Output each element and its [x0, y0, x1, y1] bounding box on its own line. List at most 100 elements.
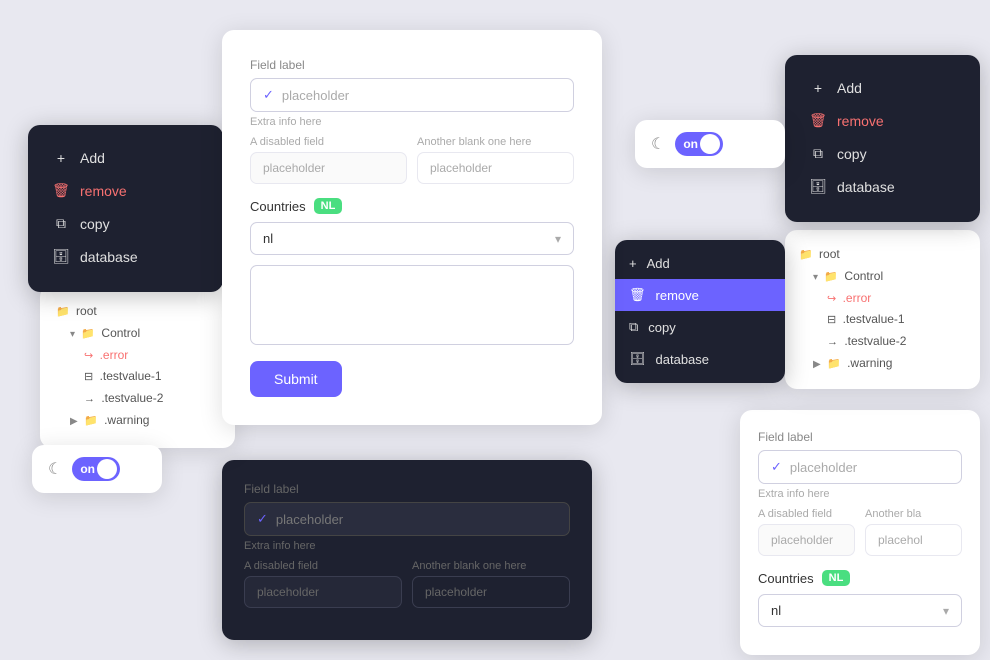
- folder-icon: 📁: [56, 306, 70, 318]
- bottom-dark-disabled-input[interactable]: placeholder: [244, 576, 402, 608]
- bottom-dark-two-col: A disabled field placeholder Another bla…: [244, 560, 570, 608]
- add-label-right: Add: [837, 80, 862, 96]
- bottom-right-blank-label: Another bla: [865, 508, 962, 520]
- select-field[interactable]: nl ▾: [250, 222, 574, 255]
- bottom-dark-field-label: Field label: [244, 482, 570, 496]
- bottom-right-countries-row: Countries NL: [758, 570, 962, 586]
- tree-card-right: 📁 root ▾ 📁 Control ↪ .error ⊟ .testvalue…: [785, 230, 980, 389]
- remove-label-right: remove: [837, 113, 884, 129]
- remove-menu-item[interactable]: 🗑 remove: [44, 175, 207, 206]
- expand-icon: ▾: [70, 329, 75, 340]
- testvalue1-item[interactable]: ⊟ .testvalue-1: [56, 366, 219, 388]
- bottom-right-input-placeholder: placeholder: [790, 460, 857, 475]
- trash-icon: 🗑: [629, 287, 646, 303]
- warning-item-right[interactable]: ▶ 📁 .warning: [799, 353, 966, 375]
- toggle-knob-right: [700, 134, 720, 154]
- copy-menu-item-right[interactable]: ⧉ copy: [801, 138, 964, 169]
- toggle-knob: [97, 459, 117, 479]
- dropdown-add-item[interactable]: + Add: [615, 248, 785, 279]
- root-item-right: 📁 root: [799, 244, 966, 266]
- dropdown-copy-item[interactable]: ⧉ copy: [615, 311, 785, 343]
- bottom-dark-blank-label: Another blank one here: [412, 560, 570, 572]
- add-menu-item-right[interactable]: + Add: [801, 73, 964, 103]
- blank-field-label: Another blank one here: [417, 136, 574, 148]
- slider-icon: ⊟: [827, 314, 836, 326]
- testvalue1-item-right[interactable]: ⊟ .testvalue-1: [799, 309, 966, 331]
- dark-menu-left: + Add 🗑 remove ⧉ copy 🗄 database: [28, 125, 223, 292]
- remove-label: remove: [80, 183, 127, 199]
- main-two-col: A disabled field placeholder Another bla…: [250, 136, 574, 184]
- control-label-right: Control: [844, 269, 883, 283]
- tree-root: 📁 root ▾ 📁 Control ↪ .error ⊟ .testvalue…: [56, 301, 219, 432]
- database-icon: 🗄: [52, 248, 70, 265]
- select-value: nl: [263, 231, 273, 246]
- toggle-switch-left[interactable]: on: [72, 457, 120, 481]
- textarea-field[interactable]: [250, 265, 574, 345]
- folder-icon: 📁: [799, 249, 813, 261]
- control-item-right[interactable]: ▾ 📁 Control: [799, 266, 966, 288]
- dropdown-database-item[interactable]: 🗄 database: [615, 343, 785, 375]
- bottom-dark-text-input[interactable]: ✓ placeholder: [244, 502, 570, 536]
- bottom-right-select-value: nl: [771, 603, 781, 618]
- error-item-right[interactable]: ↪ .error: [799, 288, 966, 310]
- remove-menu-item-right[interactable]: 🗑 remove: [801, 105, 964, 136]
- main-form-card: Field label ✓ placeholder Extra info her…: [222, 30, 602, 425]
- main-text-input[interactable]: ✓ placeholder: [250, 78, 574, 112]
- bottom-right-blank-input[interactable]: placehol: [865, 524, 962, 556]
- bottom-right-blank-col: Another bla placehol: [865, 508, 962, 556]
- blank-input[interactable]: placeholder: [417, 152, 574, 184]
- warning-label-right: .warning: [847, 356, 892, 370]
- root-label: root: [76, 304, 97, 318]
- folder-icon: 📁: [824, 271, 838, 283]
- dropdown-add-label: Add: [647, 256, 670, 271]
- warning-label: .warning: [104, 413, 149, 427]
- bottom-right-two-col: A disabled field placeholder Another bla…: [758, 508, 962, 556]
- database-label-right: database: [837, 179, 895, 195]
- main-extra-info: Extra info here: [250, 116, 574, 128]
- toggle-switch-right[interactable]: on: [675, 132, 723, 156]
- error-item[interactable]: ↪ .error: [56, 345, 219, 367]
- copy-menu-item[interactable]: ⧉ copy: [44, 208, 207, 239]
- toggle-card-right: ☾ on: [635, 120, 785, 168]
- database-menu-item[interactable]: 🗄 database: [44, 241, 207, 272]
- toggle-on-label-right: on: [677, 137, 698, 151]
- bottom-right-select-field[interactable]: nl ▾: [758, 594, 962, 627]
- slider-icon: ⊟: [84, 371, 93, 383]
- main-input-placeholder: placeholder: [282, 88, 349, 103]
- folder-icon: 📁: [827, 358, 841, 370]
- error-label-right: .error: [843, 291, 872, 305]
- copy-label-right: copy: [837, 146, 867, 162]
- dropdown-remove-item[interactable]: 🗑 remove: [615, 279, 785, 311]
- submit-button[interactable]: Submit: [250, 361, 342, 397]
- warning-item[interactable]: ▶ 📁 .warning: [56, 410, 219, 432]
- trash-icon: 🗑: [809, 112, 827, 129]
- add-menu-item[interactable]: + Add: [44, 143, 207, 173]
- testvalue2-label-right: .testvalue-2: [844, 334, 906, 348]
- bottom-dark-blank-input[interactable]: placeholder: [412, 576, 570, 608]
- control-item[interactable]: ▾ 📁 Control: [56, 323, 219, 345]
- dropdown-remove-label: remove: [656, 288, 699, 303]
- plus-icon: +: [809, 80, 827, 96]
- bottom-dark-input-placeholder: placeholder: [276, 512, 343, 527]
- dropdown-copy-label: copy: [648, 320, 675, 335]
- testvalue2-item[interactable]: → .testvalue-2: [56, 388, 219, 410]
- disabled-input[interactable]: placeholder: [250, 152, 407, 184]
- plus-icon: +: [52, 150, 70, 166]
- bottom-right-form: Field label ✓ placeholder Extra info her…: [740, 410, 980, 655]
- copy-icon: ⧉: [52, 215, 70, 232]
- bottom-right-nl-badge: NL: [822, 570, 851, 586]
- testvalue2-item-right[interactable]: → .testvalue-2: [799, 331, 966, 353]
- bottom-right-countries-label: Countries: [758, 571, 814, 586]
- database-label: database: [80, 249, 138, 265]
- add-label: Add: [80, 150, 105, 166]
- blank-col: Another blank one here placeholder: [417, 136, 574, 184]
- bottom-right-disabled-input[interactable]: placeholder: [758, 524, 855, 556]
- control-label: Control: [101, 326, 140, 340]
- bottom-right-text-input[interactable]: ✓ placeholder: [758, 450, 962, 484]
- error-label: .error: [100, 348, 129, 362]
- trash-icon: 🗑: [52, 182, 70, 199]
- database-menu-item-right[interactable]: 🗄 database: [801, 171, 964, 202]
- main-field-label: Field label: [250, 58, 574, 72]
- dropdown-database-label: database: [656, 352, 710, 367]
- arrow-right-icon: →: [84, 393, 95, 405]
